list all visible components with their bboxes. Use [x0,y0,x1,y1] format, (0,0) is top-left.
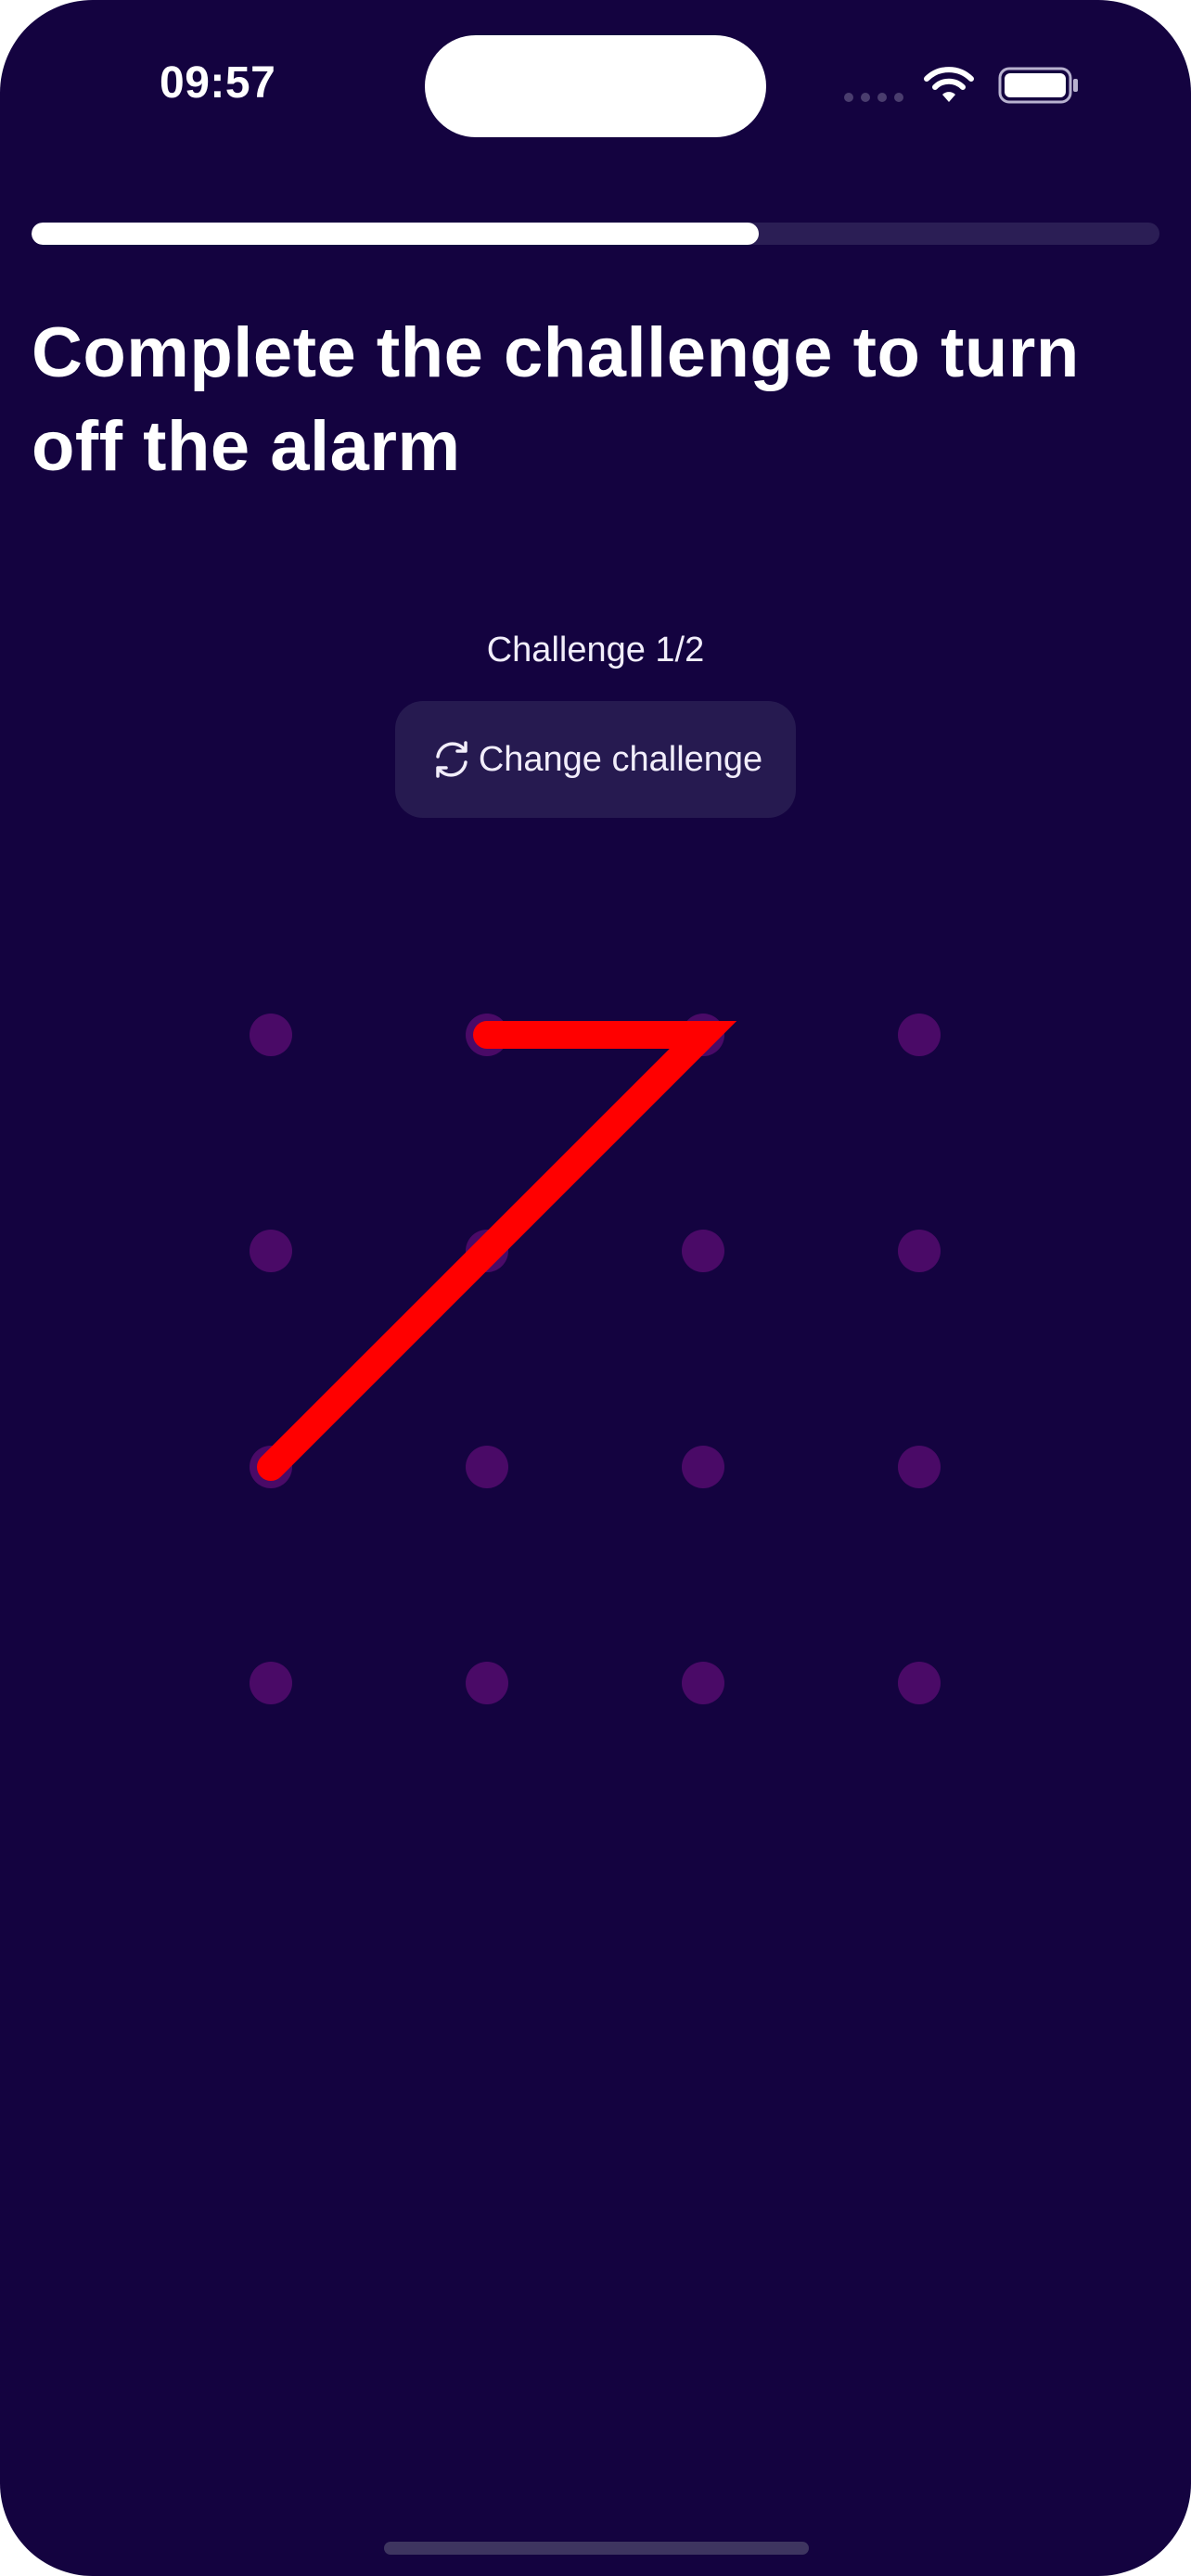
pattern-dot[interactable] [250,1230,292,1272]
pattern-dot[interactable] [898,1230,941,1272]
pattern-dot[interactable] [898,1014,941,1056]
pattern-dot[interactable] [682,1446,724,1488]
pattern-dot[interactable] [898,1446,941,1488]
home-indicator[interactable] [384,2542,809,2555]
pattern-dot[interactable] [898,1662,941,1704]
pattern-dot[interactable] [682,1662,724,1704]
app-screen: 09:57 Complete the challenge to turn off… [0,0,1191,2576]
pattern-dot[interactable] [250,1014,292,1056]
pattern-dot[interactable] [682,1230,724,1272]
pattern-path-line [257,1021,737,1481]
pattern-dot[interactable] [466,1662,508,1704]
pattern-dot[interactable] [250,1662,292,1704]
pattern-dot[interactable] [466,1446,508,1488]
pattern-grid[interactable] [0,0,1191,2576]
